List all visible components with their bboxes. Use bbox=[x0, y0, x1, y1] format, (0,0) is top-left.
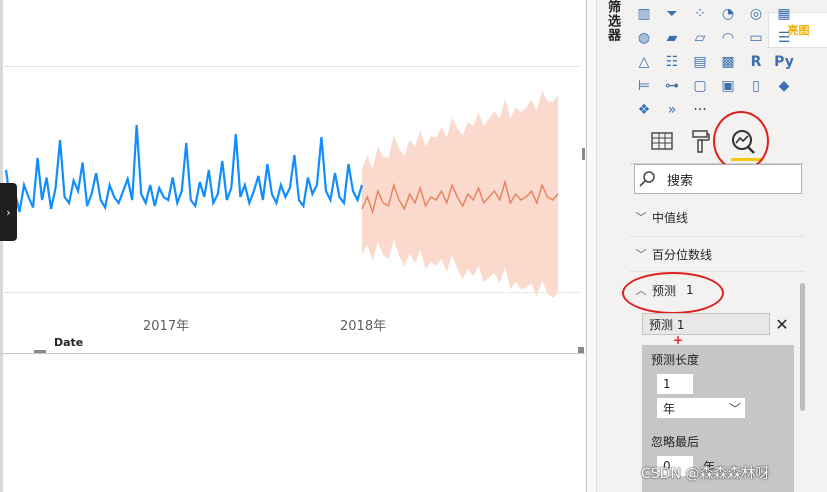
forecast-unit-value: 年 bbox=[663, 401, 676, 416]
highlight-circle bbox=[622, 272, 724, 314]
slicer-icon[interactable]: ☷ bbox=[661, 52, 683, 72]
paginated-report-icon[interactable]: ▯ bbox=[745, 76, 767, 96]
forecast-length-input[interactable]: 1 bbox=[656, 373, 694, 395]
kpi-icon[interactable]: △ bbox=[633, 52, 655, 72]
treemap-icon[interactable]: ▦ bbox=[773, 4, 795, 24]
key-influencers-icon[interactable]: ⊨ bbox=[633, 76, 655, 96]
chevron-down-icon: ﹀ bbox=[635, 248, 647, 261]
forecast-name-value: 预测 1 bbox=[649, 317, 685, 332]
forecast-unit-select[interactable]: 年 ﹀ bbox=[656, 397, 746, 419]
qa-icon[interactable]: ▢ bbox=[689, 76, 711, 96]
section-label: 百分位数线 bbox=[652, 247, 713, 262]
search-placeholder: 搜索 bbox=[667, 173, 694, 189]
search-input[interactable]: 搜索 bbox=[634, 164, 802, 194]
highlight-circle bbox=[713, 111, 769, 171]
funnel-icon[interactable]: ⏷ bbox=[661, 4, 683, 24]
section-median-line[interactable]: ﹀ 中值线 bbox=[630, 200, 804, 234]
watermark-text: CSDN @森森森林呀 bbox=[641, 466, 770, 482]
power-automate-icon[interactable]: ❖ bbox=[633, 100, 655, 120]
card-icon[interactable]: ▭ bbox=[745, 28, 767, 48]
multi-row-card-icon[interactable]: ☰ bbox=[773, 28, 795, 48]
python-visual-icon[interactable]: Py bbox=[773, 52, 795, 72]
column-chart-icon[interactable]: ▥ bbox=[633, 4, 655, 24]
ellipsis-icon[interactable]: ··· bbox=[689, 100, 711, 120]
scatter-chart-icon[interactable]: ⁘ bbox=[689, 4, 711, 24]
narrative-icon[interactable]: ▣ bbox=[717, 76, 739, 96]
actual-series-line[interactable] bbox=[4, 124, 364, 213]
x-axis-title: Date bbox=[54, 336, 84, 349]
section-percentile-line[interactable]: ﹀ 百分位数线 bbox=[630, 237, 804, 271]
line-chart-forecast[interactable] bbox=[0, 60, 586, 300]
filters-pane-strip[interactable] bbox=[587, 0, 596, 492]
chevron-down-icon: ﹀ bbox=[728, 401, 741, 416]
scrollbar[interactable] bbox=[800, 283, 805, 411]
more-visuals-icon[interactable]: » bbox=[661, 100, 683, 120]
map-icon[interactable]: ◍ bbox=[633, 28, 655, 48]
section-divider bbox=[630, 271, 804, 272]
donut-chart-icon[interactable]: ◎ bbox=[745, 4, 767, 24]
collapse-pane-button[interactable]: › bbox=[0, 183, 17, 241]
forecast-name-field[interactable]: 预测 1 bbox=[642, 313, 770, 335]
matrix-icon[interactable]: ▩ bbox=[717, 52, 739, 72]
x-tick-label: 2017年 bbox=[143, 319, 190, 334]
filled-map-icon[interactable]: ▰ bbox=[661, 28, 683, 48]
report-canvas[interactable]: 2017年 2018年 Date › bbox=[0, 0, 586, 492]
gauge-icon[interactable]: ◠ bbox=[717, 28, 739, 48]
filters-pane-label[interactable]: 筛选器 bbox=[603, 0, 622, 42]
powerapps-icon[interactable]: ◆ bbox=[773, 76, 795, 96]
chevron-right-icon: › bbox=[6, 205, 11, 219]
pie-chart-icon[interactable]: ◔ bbox=[717, 4, 739, 24]
resize-handle[interactable] bbox=[582, 148, 585, 160]
shape-map-icon[interactable]: ▱ bbox=[689, 28, 711, 48]
close-icon[interactable]: ✕ bbox=[772, 313, 792, 335]
forecast-length-label: 预测长度 bbox=[651, 353, 700, 367]
x-tick-label: 2018年 bbox=[340, 319, 387, 334]
forecast-length-value: 1 bbox=[663, 377, 671, 391]
search-icon bbox=[639, 171, 655, 187]
fields-icon[interactable] bbox=[650, 130, 674, 152]
chevron-down-icon: ﹀ bbox=[635, 211, 647, 224]
format-paint-icon[interactable] bbox=[690, 128, 712, 154]
r-visual-icon[interactable]: R bbox=[745, 52, 767, 72]
canvas-divider bbox=[0, 353, 585, 354]
decomposition-tree-icon[interactable]: ⊶ bbox=[661, 76, 683, 96]
table-icon[interactable]: ▤ bbox=[689, 52, 711, 72]
ignore-last-label: 忽略最后 bbox=[651, 435, 700, 449]
section-label: 中值线 bbox=[652, 210, 689, 225]
